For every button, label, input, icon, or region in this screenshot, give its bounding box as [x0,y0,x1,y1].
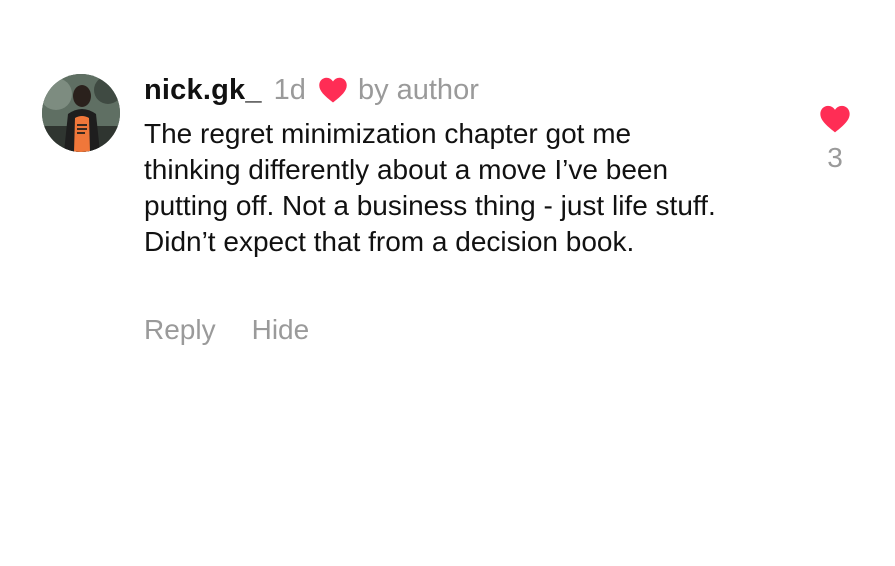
by-author-label: by author [357,73,479,106]
reply-button[interactable]: Reply [144,314,216,346]
liked-by-author-heart-icon [318,76,348,104]
username[interactable]: nick.gk_ [144,74,262,107]
heart-icon[interactable] [819,104,851,134]
comment-item: nick.gk_ 1d by author The regret minimiz… [0,0,895,566]
comment-text: The regret minimization chapter got me t… [144,118,716,257]
comment-actions: Reply Hide [144,310,309,350]
like-column: 3 [812,104,858,174]
avatar[interactable] [42,74,120,152]
avatar-photo [42,74,120,152]
comment-header: nick.gk_ 1d by author [144,70,479,110]
comment-timestamp: 1d [273,73,306,106]
like-count[interactable]: 3 [827,142,843,174]
hide-button[interactable]: Hide [252,314,310,346]
